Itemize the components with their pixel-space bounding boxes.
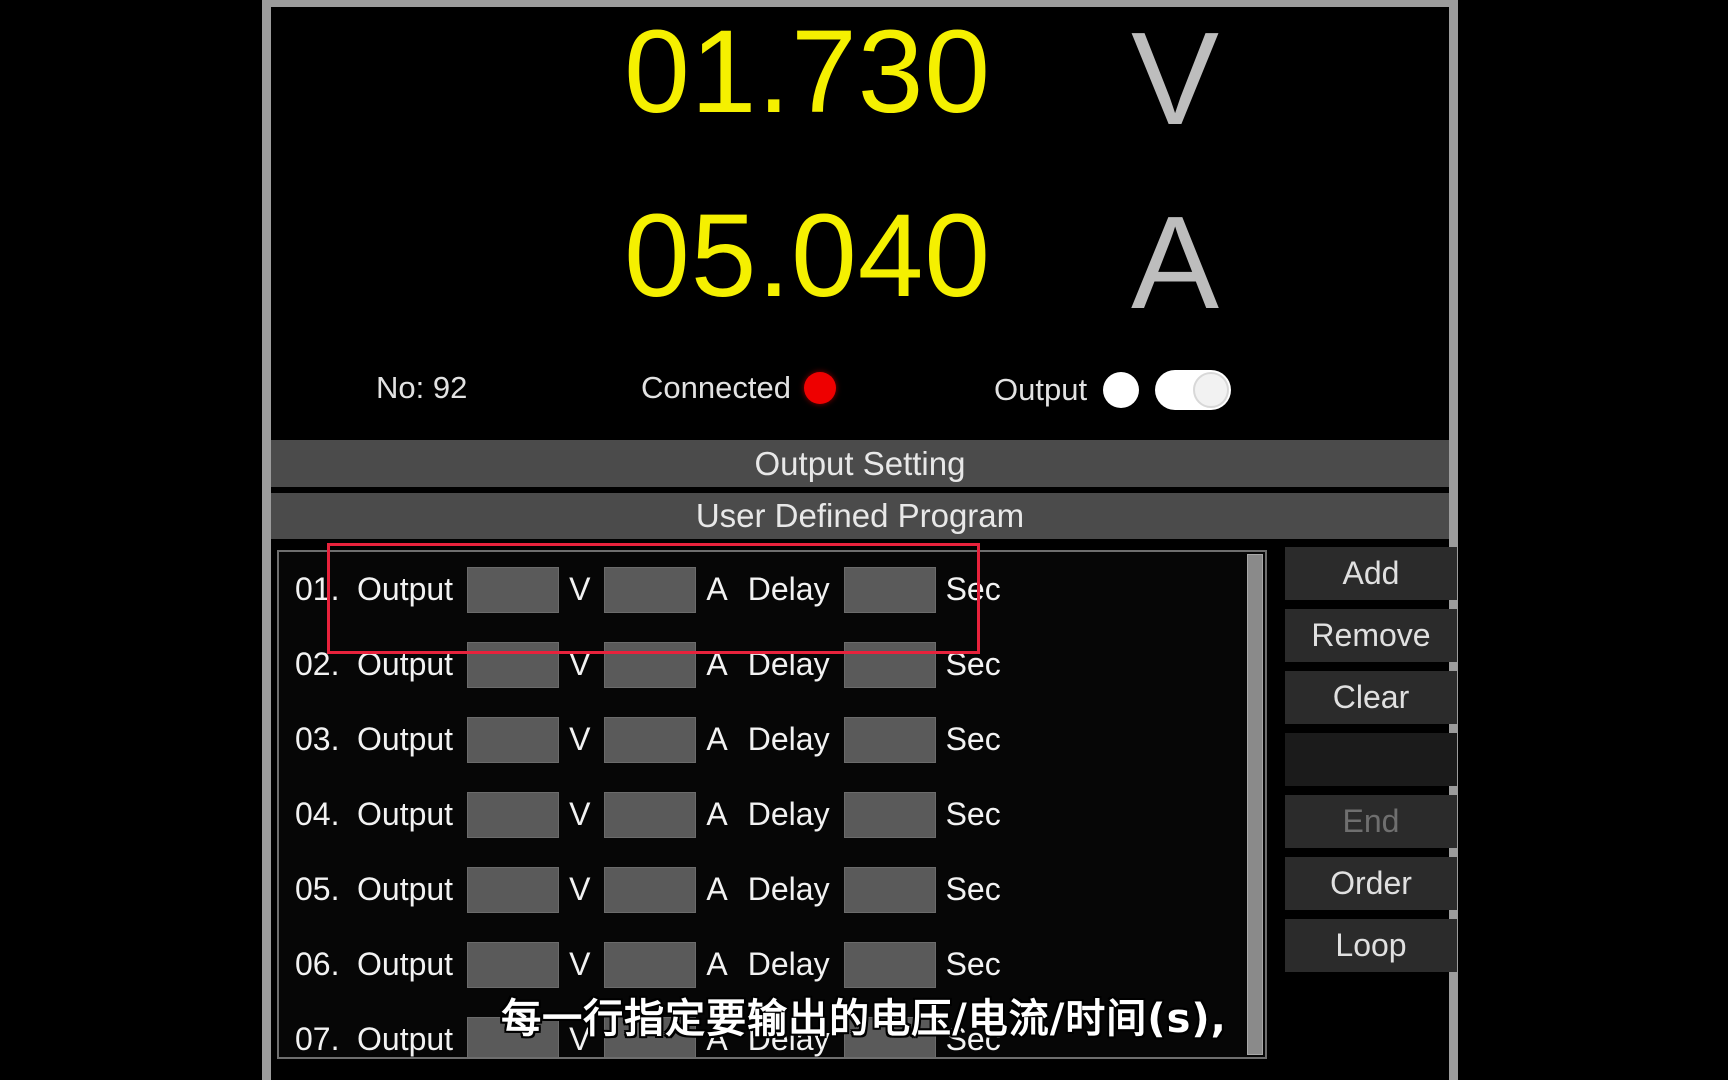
- row-output-label: Output: [357, 571, 454, 607]
- voltage-input[interactable]: [467, 866, 560, 913]
- delay-label: Delay: [747, 721, 830, 757]
- connection-status: Connected: [641, 370, 836, 406]
- delay-label: Delay: [747, 646, 830, 682]
- remove-button[interactable]: Remove: [1285, 609, 1457, 662]
- voltage-input[interactable]: [467, 791, 560, 838]
- amp-unit-label: A: [706, 871, 728, 907]
- voltage-input[interactable]: [467, 716, 560, 763]
- program-row[interactable]: 01. Output V A Delay Sec: [279, 552, 1265, 627]
- row-index: 06.: [295, 946, 340, 982]
- delay-label: Delay: [747, 796, 830, 832]
- delay-label: Delay: [747, 871, 830, 907]
- device-panel: 01.730 V 05.040 A No: 92 Connected Outpu…: [262, 0, 1458, 1080]
- program-body: 01. Output V A Delay Sec 02. Output V A Delay Sec 03…: [271, 539, 1457, 1059]
- current-input[interactable]: [604, 866, 697, 913]
- volt-unit-label: V: [569, 871, 591, 907]
- volt-unit-label: V: [569, 721, 591, 757]
- amp-unit-label: A: [706, 946, 728, 982]
- row-output-label: Output: [357, 721, 454, 757]
- screen-root: 01.730 V 05.040 A No: 92 Connected Outpu…: [0, 0, 1728, 1080]
- delay-input[interactable]: [843, 866, 936, 913]
- spacer-button: [1285, 733, 1457, 786]
- delay-input[interactable]: [843, 566, 936, 613]
- program-row[interactable]: 05. Output V A Delay Sec: [279, 852, 1265, 927]
- toggle-knob-icon: [1193, 372, 1230, 408]
- delay-input[interactable]: [843, 791, 936, 838]
- sec-unit-label: Sec: [945, 571, 1001, 607]
- sec-unit-label: Sec: [945, 721, 1001, 757]
- clear-button[interactable]: Clear: [1285, 671, 1457, 724]
- user-defined-program-header[interactable]: User Defined Program: [271, 493, 1449, 539]
- current-value: 05.040: [624, 190, 991, 322]
- delay-input[interactable]: [843, 941, 936, 988]
- sec-unit-label: Sec: [945, 796, 1001, 832]
- row-index: 04.: [295, 796, 340, 832]
- volt-unit-label: V: [569, 796, 591, 832]
- current-input[interactable]: [604, 791, 697, 838]
- amp-unit-label: A: [706, 646, 728, 682]
- voltage-input[interactable]: [467, 941, 560, 988]
- volt-unit-label: V: [569, 571, 591, 607]
- current-unit-label: A: [1131, 189, 1220, 336]
- program-number-label: No: 92: [376, 370, 468, 405]
- add-button[interactable]: Add: [1285, 547, 1457, 600]
- amp-unit-label: A: [706, 721, 728, 757]
- end-button[interactable]: End: [1285, 795, 1457, 848]
- output-setting-header[interactable]: Output Setting: [271, 440, 1449, 487]
- subtitle-caption: 每一行指定要输出的电压/电流/时间(s),: [501, 996, 1227, 1042]
- current-input[interactable]: [604, 941, 697, 988]
- scrollbar-thumb[interactable]: [1247, 554, 1263, 1055]
- current-input[interactable]: [604, 716, 697, 763]
- current-input[interactable]: [604, 641, 697, 688]
- row-index: 02.: [295, 646, 340, 682]
- action-button-column: Add Remove Clear End Order Loop: [1285, 547, 1457, 981]
- program-row[interactable]: 03. Output V A Delay Sec: [279, 702, 1265, 777]
- program-list-scrollbar[interactable]: [1247, 554, 1263, 1055]
- order-button[interactable]: Order: [1285, 857, 1457, 910]
- delay-input[interactable]: [843, 716, 936, 763]
- volt-unit-label: V: [569, 646, 591, 682]
- sec-unit-label: Sec: [945, 646, 1001, 682]
- program-row[interactable]: 02. Output V A Delay Sec: [279, 627, 1265, 702]
- connection-label: Connected: [641, 370, 791, 405]
- output-toggle-switch[interactable]: [1155, 370, 1232, 410]
- volt-unit-label: V: [569, 946, 591, 982]
- delay-label: Delay: [747, 946, 830, 982]
- delay-label: Delay: [747, 571, 830, 607]
- row-output-label: Output: [357, 871, 454, 907]
- sec-unit-label: Sec: [945, 946, 1001, 982]
- program-rows: 01. Output V A Delay Sec 02. Output V A Delay Sec 03…: [279, 552, 1265, 1057]
- row-index: 01.: [295, 571, 340, 607]
- delay-input[interactable]: [843, 641, 936, 688]
- voltage-input[interactable]: [467, 566, 560, 613]
- output-lamp-icon: [1103, 372, 1140, 408]
- row-output-label: Output: [357, 946, 454, 982]
- program-list[interactable]: 01. Output V A Delay Sec 02. Output V A Delay Sec 03…: [277, 550, 1267, 1059]
- output-control-group: Output: [994, 370, 1232, 410]
- current-input[interactable]: [604, 566, 697, 613]
- voltage-value: 01.730: [624, 6, 991, 138]
- status-bar: No: 92 Connected Output: [271, 362, 1449, 424]
- program-row[interactable]: 04. Output V A Delay Sec: [279, 777, 1265, 852]
- voltage-unit-label: V: [1131, 5, 1220, 152]
- row-output-label: Output: [357, 796, 454, 832]
- meter-readout: 01.730 V 05.040 A No: 92 Connected Outpu…: [271, 7, 1449, 440]
- connection-led-icon: [803, 372, 836, 404]
- amp-unit-label: A: [706, 796, 728, 832]
- loop-button[interactable]: Loop: [1285, 919, 1457, 972]
- row-output-label: Output: [357, 646, 454, 682]
- row-index: 03.: [295, 721, 340, 757]
- output-label: Output: [994, 372, 1088, 407]
- amp-unit-label: A: [706, 571, 728, 607]
- row-index: 05.: [295, 871, 340, 907]
- voltage-input[interactable]: [467, 641, 560, 688]
- sec-unit-label: Sec: [945, 871, 1001, 907]
